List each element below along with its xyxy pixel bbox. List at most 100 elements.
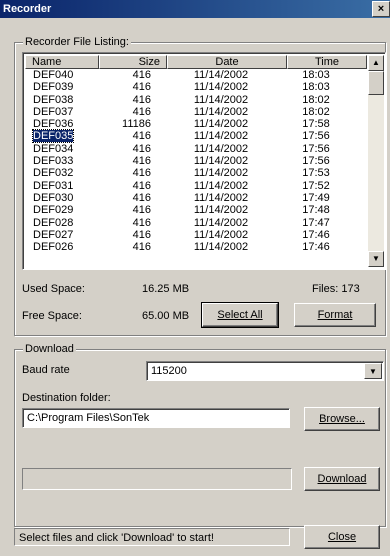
column-header-date[interactable]: Date xyxy=(167,55,287,69)
file-date: 11/14/2002 xyxy=(193,118,249,131)
file-date: 11/14/2002 xyxy=(193,241,249,254)
file-size: 416 xyxy=(132,130,151,143)
file-name: DEF032 xyxy=(33,167,74,180)
column-header-name[interactable]: Name xyxy=(25,55,99,69)
file-date: 11/14/2002 xyxy=(193,130,249,143)
file-date: 11/14/2002 xyxy=(193,81,249,94)
used-space-label: Used Space: xyxy=(22,283,85,295)
close-icon[interactable]: × xyxy=(372,1,390,17)
file-date: 11/14/2002 xyxy=(193,228,249,241)
scroll-down-icon[interactable]: ▼ xyxy=(368,251,384,267)
window-title: Recorder xyxy=(3,3,52,15)
baud-rate-value: 115200 xyxy=(151,365,187,377)
file-size: 416 xyxy=(132,93,151,106)
file-rows: DEF040 416 11/14/2002 18:03 DEF039 416 11/14/2… xyxy=(25,69,367,253)
file-size: 416 xyxy=(132,105,151,118)
file-time: 17:46 xyxy=(302,228,330,241)
download-button[interactable]: Download xyxy=(304,467,380,491)
browse-button[interactable]: Browse... xyxy=(304,407,380,431)
table-row[interactable]: DEF038 416 11/14/2002 18:02 xyxy=(25,94,367,106)
download-progress-bar xyxy=(22,468,292,490)
scroll-thumb[interactable] xyxy=(368,71,384,95)
table-row[interactable]: DEF026 416 11/14/2002 17:46 xyxy=(25,241,367,253)
file-time: 18:02 xyxy=(302,105,330,118)
table-row[interactable]: DEF032 416 11/14/2002 17:53 xyxy=(25,167,367,179)
file-size: 416 xyxy=(132,191,151,204)
file-size: 416 xyxy=(132,241,151,254)
file-time: 17:56 xyxy=(302,155,330,168)
table-row[interactable]: DEF027 416 11/14/2002 17:46 xyxy=(25,229,367,241)
file-list[interactable]: Name Size Date Time DEF040 416 11/14/2002 1… xyxy=(22,52,386,270)
table-row[interactable]: DEF040 416 11/14/2002 18:03 xyxy=(25,69,367,81)
file-time: 17:46 xyxy=(302,241,330,254)
file-size: 416 xyxy=(132,204,151,217)
title-bar: Recorder × xyxy=(0,0,390,18)
file-listing-group-label: Recorder File Listing: xyxy=(23,36,131,48)
baud-rate-label: Baud rate xyxy=(22,364,70,376)
file-size: 416 xyxy=(132,69,151,81)
file-date: 11/14/2002 xyxy=(193,191,249,204)
status-message: Select files and click 'Download' to sta… xyxy=(14,528,290,546)
destination-folder-label: Destination folder: xyxy=(22,392,111,404)
file-count: Files: 173 xyxy=(312,283,360,295)
table-row[interactable]: DEF030 416 11/14/2002 17:49 xyxy=(25,192,367,204)
table-row[interactable]: DEF028 416 11/14/2002 17:47 xyxy=(25,217,367,229)
file-time: 17:47 xyxy=(302,216,330,229)
free-space-label: Free Space: xyxy=(22,310,82,322)
file-time: 17:58 xyxy=(302,118,330,131)
table-row[interactable]: DEF033 416 11/14/2002 17:56 xyxy=(25,155,367,167)
browse-label: Browse... xyxy=(319,413,365,425)
scroll-up-icon[interactable]: ▲ xyxy=(368,55,384,71)
file-size: 416 xyxy=(132,167,151,180)
file-name: DEF028 xyxy=(33,216,74,229)
table-row[interactable]: DEF036 11186 11/14/2002 17:58 xyxy=(25,118,367,130)
file-date: 11/14/2002 xyxy=(193,155,249,168)
file-date: 11/14/2002 xyxy=(193,69,249,81)
free-space-value: 65.00 MB xyxy=(142,310,190,322)
file-time: 17:56 xyxy=(302,130,330,143)
close-button[interactable]: Close xyxy=(304,525,380,549)
file-name: DEF036 xyxy=(33,118,74,131)
format-button[interactable]: Format xyxy=(294,303,376,327)
file-name: DEF033 xyxy=(33,155,74,168)
file-date: 11/14/2002 xyxy=(193,105,249,118)
file-date: 11/14/2002 xyxy=(193,216,249,229)
chevron-down-icon[interactable]: ▼ xyxy=(364,363,382,379)
file-size: 416 xyxy=(132,216,151,229)
file-time: 18:03 xyxy=(302,81,330,94)
file-time: 17:53 xyxy=(302,167,330,180)
file-time: 17:48 xyxy=(302,204,330,217)
table-row[interactable]: DEF035 416 11/14/2002 17:56 xyxy=(25,129,367,144)
file-size: 416 xyxy=(132,179,151,192)
file-list-header: Name Size Date Time xyxy=(25,55,367,69)
column-header-size[interactable]: Size xyxy=(99,55,167,69)
file-time: 18:02 xyxy=(302,93,330,106)
file-size: 416 xyxy=(132,81,151,94)
list-scrollbar[interactable]: ▲ ▼ xyxy=(368,55,384,267)
file-date: 11/14/2002 xyxy=(193,179,249,192)
file-name: DEF026 xyxy=(33,241,74,254)
used-space-value: 16.25 MB xyxy=(142,283,190,295)
table-row[interactable]: DEF034 416 11/14/2002 17:56 xyxy=(25,143,367,155)
baud-rate-select[interactable]: 115200 ▼ xyxy=(146,361,384,381)
file-time: 17:49 xyxy=(302,191,330,204)
table-row[interactable]: DEF039 416 11/14/2002 18:03 xyxy=(25,81,367,93)
table-row[interactable]: DEF029 416 11/14/2002 17:48 xyxy=(25,204,367,216)
file-date: 11/14/2002 xyxy=(193,204,249,217)
select-all-label: Select All xyxy=(217,309,263,321)
close-label: Close xyxy=(327,531,357,543)
select-all-button[interactable]: Select All xyxy=(201,302,279,328)
file-size: 416 xyxy=(132,155,151,168)
destination-folder-input[interactable]: C:\Program Files\SonTek xyxy=(22,408,290,428)
format-label: Format xyxy=(317,309,353,321)
file-name: DEF031 xyxy=(33,179,74,192)
file-name: DEF034 xyxy=(33,142,74,155)
table-row[interactable]: DEF037 416 11/14/2002 18:02 xyxy=(25,106,367,118)
download-label: Download xyxy=(317,473,367,485)
file-time: 17:52 xyxy=(302,179,330,192)
file-name: DEF027 xyxy=(33,228,74,241)
column-header-time[interactable]: Time xyxy=(287,55,367,69)
file-size: 416 xyxy=(132,228,151,241)
table-row[interactable]: DEF031 416 11/14/2002 17:52 xyxy=(25,180,367,192)
file-name: DEF037 xyxy=(33,105,74,118)
